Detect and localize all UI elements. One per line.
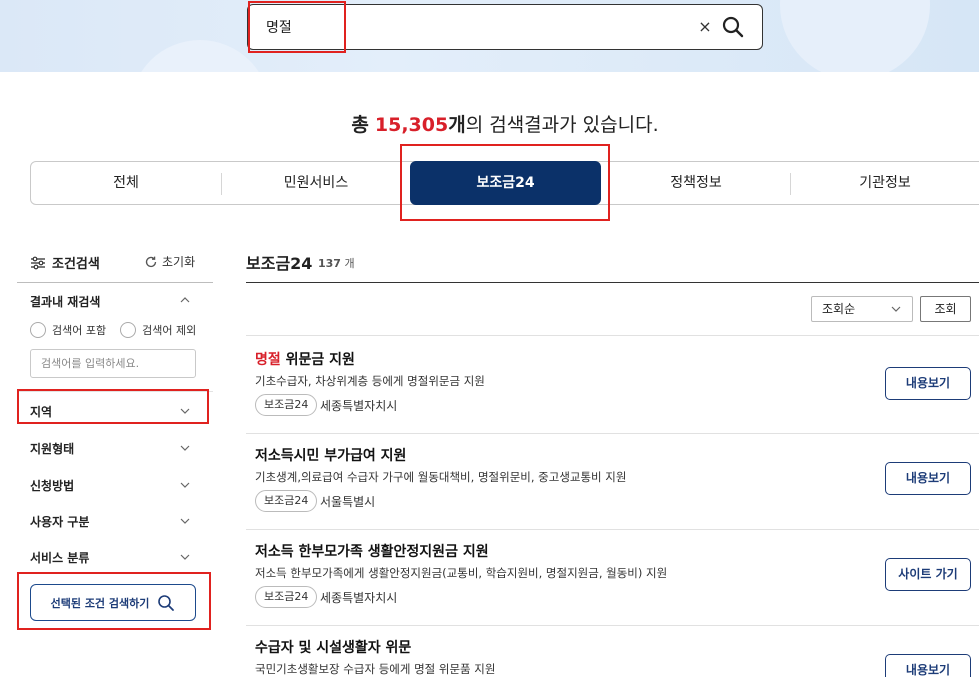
exclude-keyword-label: 검색어 제외	[142, 324, 197, 337]
category-tabs: 전체 민원서비스 보조금24 정책정보 기관정보	[30, 161, 979, 205]
exclude-keyword-radio[interactable]	[120, 322, 137, 338]
summary-count: 15,305	[374, 114, 449, 136]
sort-select-value: 조회순	[822, 302, 856, 316]
result-description: 국민기초생활보장 수급자 등에게 명절 위문품 지원	[255, 662, 496, 676]
filter-apply-method-label: 신청방법	[30, 479, 75, 493]
tab-policy-info[interactable]: 정책정보	[601, 162, 791, 204]
section-count: 137 개	[318, 255, 355, 271]
filter-title-label: 조건검색	[52, 257, 100, 272]
visit-site-button[interactable]: 사이트 가기	[885, 558, 971, 591]
chevron-down-icon	[891, 306, 901, 312]
result-item: 명절 위문금 지원 기초수급자, 차상위계층 등에게 명절위문금 지원 보조금2…	[246, 349, 979, 435]
result-title-text: 저소득시민 부가급여 지원	[255, 448, 407, 464]
filter-user-type-label: 사용자 구분	[30, 515, 90, 529]
filter-service-category-label: 서비스 분류	[30, 551, 90, 565]
filter-service-category[interactable]: 서비스 분류	[17, 538, 213, 574]
result-badge: 보조금24	[255, 490, 318, 512]
section-title: 보조금24	[246, 254, 313, 273]
clear-search-button[interactable]: ×	[694, 16, 716, 38]
result-divider	[246, 529, 979, 530]
refresh-icon	[145, 256, 157, 267]
include-keyword-label: 검색어 포함	[52, 324, 107, 337]
result-region: 세종특별자치시	[320, 591, 398, 605]
result-title-text: 위문금 지원	[280, 352, 355, 368]
result-title[interactable]: 저소득시민 부가급여 지원	[255, 445, 406, 465]
filter-region[interactable]: 지역	[17, 392, 213, 428]
include-keyword-radio[interactable]	[30, 322, 46, 338]
section-count-value: 137	[318, 257, 341, 270]
sort-apply-button[interactable]: 조회	[920, 296, 971, 322]
search-icon	[722, 16, 744, 38]
within-search-options: 검색어 포함 검색어 제외	[30, 322, 210, 338]
tab-all[interactable]: 전체	[31, 162, 221, 204]
chevron-down-icon	[180, 518, 190, 524]
filter-support-type-label: 지원형태	[30, 442, 75, 456]
reset-filters-button[interactable]: 초기화	[144, 253, 195, 270]
result-description: 기초생계,의료급여 수급자 가구에 월동대책비, 명절위문비, 중고생교통비 지…	[255, 470, 627, 484]
result-region: 서울특별시	[320, 495, 376, 509]
result-title[interactable]: 저소득 한부모가족 생활안정지원금 지원	[255, 541, 489, 561]
decor-circle	[780, 0, 930, 72]
within-search-heading: 결과내 재검색	[30, 295, 101, 309]
filter-title: 조건검색	[30, 253, 100, 272]
summary-prefix: 총	[351, 114, 369, 136]
reset-label: 초기화	[162, 255, 196, 269]
result-divider	[246, 433, 979, 434]
chevron-down-icon	[180, 554, 190, 560]
result-description: 기초수급자, 차상위계층 등에게 명절위문금 지원	[255, 374, 485, 388]
chevron-down-icon	[180, 445, 190, 451]
section-count-unit: 개	[344, 257, 355, 270]
filter-support-type[interactable]: 지원형태	[17, 429, 213, 465]
result-title-text: 저소득 한부모가족 생활안정지원금 지원	[255, 544, 489, 560]
view-details-button[interactable]: 내용보기	[885, 654, 971, 677]
search-button[interactable]	[720, 14, 746, 40]
filter-apply-method[interactable]: 신청방법	[17, 466, 213, 502]
filter-region-label: 지역	[30, 405, 53, 419]
result-title-text: 수급자 및 시설생활자 위문	[255, 640, 412, 656]
result-region: 세종특별자치시	[320, 399, 398, 413]
result-title[interactable]: 수급자 및 시설생활자 위문	[255, 637, 411, 657]
tab-subsidy24[interactable]: 보조금24	[410, 161, 601, 205]
result-title[interactable]: 명절 위문금 지원	[255, 349, 355, 369]
sort-select[interactable]: 조회순	[811, 296, 913, 322]
result-divider	[246, 625, 979, 626]
within-search-input[interactable]	[30, 349, 196, 378]
result-badge: 보조금24	[255, 586, 318, 608]
tab-civil-service[interactable]: 민원서비스	[221, 162, 411, 204]
result-item: 수급자 및 시설생활자 위문 국민기초생활보장 수급자 등에게 명절 위문품 지…	[246, 637, 979, 677]
result-title-keyword: 명절	[255, 352, 281, 368]
summary-unit: 개	[448, 114, 466, 136]
filter-user-type[interactable]: 사용자 구분	[17, 502, 213, 538]
chevron-down-icon	[180, 408, 190, 414]
chevron-down-icon	[180, 482, 190, 488]
result-item: 저소득시민 부가급여 지원 기초생계,의료급여 수급자 가구에 월동대책비, 명…	[246, 445, 979, 531]
result-summary: 총 15,305개의 검색결과가 있습니다.	[0, 110, 979, 137]
view-details-button[interactable]: 내용보기	[885, 462, 971, 495]
search-icon	[158, 594, 175, 611]
tab-agency-info[interactable]: 기관정보	[790, 162, 979, 204]
search-selected-conditions-button[interactable]: 선택된 조건 검색하기	[30, 584, 196, 621]
result-item: 저소득 한부모가족 생활안정지원금 지원 저소득 한부모가족에게 생활안정지원금…	[246, 541, 979, 627]
result-badge: 보조금24	[255, 394, 318, 416]
view-details-button[interactable]: 내용보기	[885, 367, 971, 400]
section-divider	[246, 282, 979, 283]
sort-divider	[246, 335, 979, 336]
submit-filter-label: 선택된 조건 검색하기	[50, 596, 150, 610]
summary-suffix: 의 검색결과가 있습니다.	[465, 114, 659, 136]
result-description: 저소득 한부모가족에게 생활안정지원금(교통비, 학습지원비, 명절지원금, 월…	[255, 566, 668, 580]
filter-divider	[17, 282, 213, 283]
chevron-up-icon[interactable]	[179, 294, 191, 306]
search-box: ×	[247, 4, 763, 50]
search-input[interactable]	[266, 16, 666, 38]
sliders-icon	[31, 256, 45, 269]
